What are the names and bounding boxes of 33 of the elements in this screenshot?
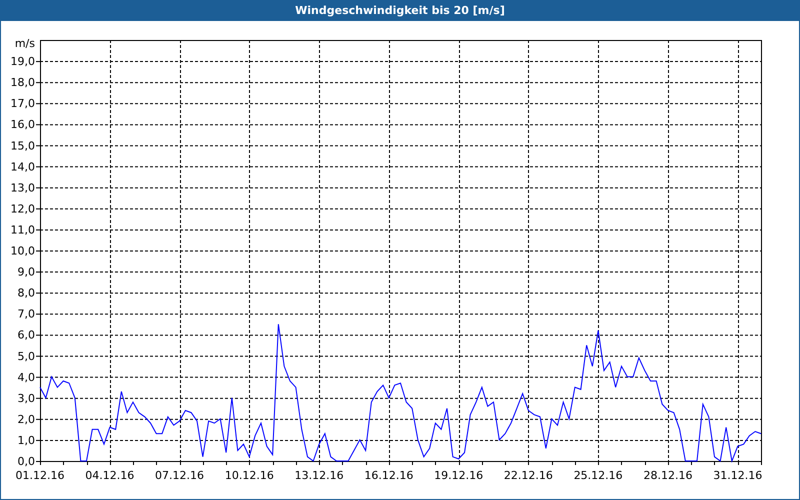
y-tick-label: 7,0 bbox=[18, 308, 35, 321]
y-tick-label: 5,0 bbox=[18, 350, 35, 363]
x-tick-label: 19.12.16 bbox=[434, 469, 484, 482]
y-tick-label: 1,0 bbox=[18, 434, 35, 447]
y-tick-label: 9,0 bbox=[18, 266, 35, 279]
x-tick-label: 28.12.16 bbox=[643, 469, 692, 482]
y-tick-label: 15,0 bbox=[10, 139, 35, 152]
x-tick-label: 04.12.16 bbox=[85, 469, 134, 482]
y-tick-label: 0,0 bbox=[18, 455, 35, 468]
x-tick-label: 31.12.16 bbox=[713, 469, 762, 482]
x-tick-label: 22.12.16 bbox=[504, 469, 553, 482]
unit-label: m/s bbox=[14, 37, 35, 50]
y-tick-label: 4,0 bbox=[18, 370, 35, 384]
y-tick-label: 8,0 bbox=[18, 286, 35, 300]
y-tick-label: 2,0 bbox=[18, 412, 35, 426]
y-tick-label: 17,0 bbox=[10, 97, 35, 110]
y-tick-label: 14,0 bbox=[10, 160, 35, 174]
x-tick-label: 01.12.16 bbox=[16, 469, 64, 482]
x-tick-label: 13.12.16 bbox=[294, 469, 344, 482]
x-tick-label: 10.12.16 bbox=[224, 469, 274, 482]
y-tick-label: 19,0 bbox=[10, 55, 35, 68]
y-tick-label: 10,0 bbox=[10, 244, 35, 258]
y-tick-label: 16,0 bbox=[10, 118, 35, 132]
y-tick-label: 3,0 bbox=[18, 392, 35, 405]
window-title: Windgeschwindigkeit bis 20 [m/s] bbox=[1, 1, 799, 21]
y-tick-label: 12,0 bbox=[10, 202, 35, 216]
x-tick-label: 07.12.16 bbox=[155, 469, 204, 482]
y-tick-label: 13,0 bbox=[10, 181, 35, 194]
y-tick-label: 6,0 bbox=[18, 328, 35, 342]
x-tick-label: 25.12.16 bbox=[574, 469, 623, 482]
y-tick-label: 11,0 bbox=[10, 223, 35, 236]
y-tick-label: 18,0 bbox=[10, 76, 35, 90]
x-tick-label: 16.12.16 bbox=[364, 469, 414, 482]
